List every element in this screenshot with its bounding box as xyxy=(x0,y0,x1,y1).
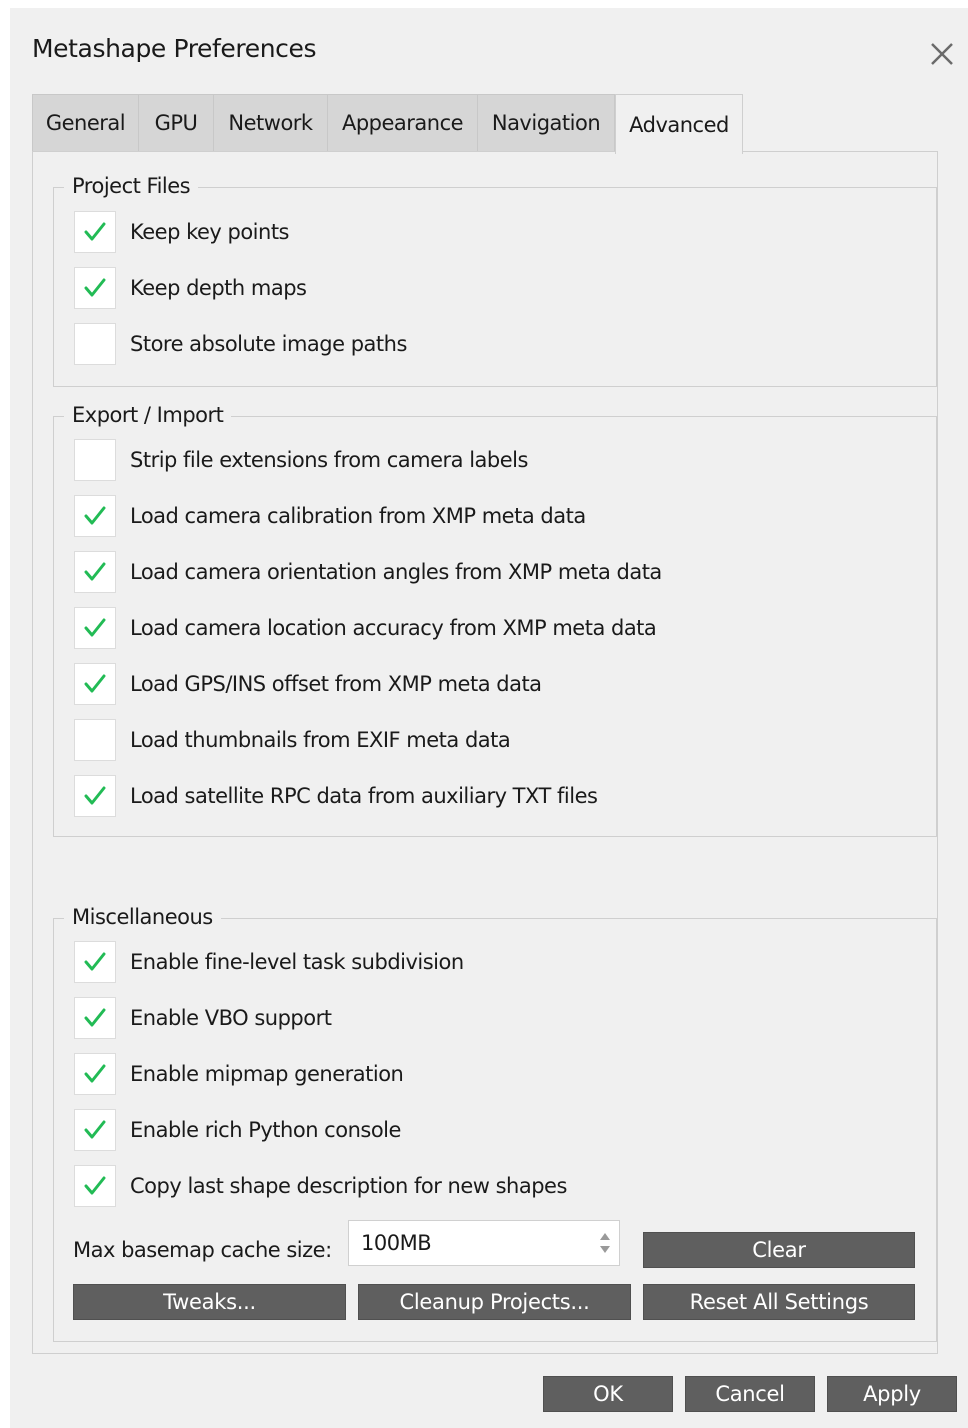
checkbox-label: Copy last shape description for new shap… xyxy=(130,1174,567,1198)
tab-gpu[interactable]: GPU xyxy=(138,94,214,151)
check-icon xyxy=(84,562,106,581)
checkbox-box xyxy=(74,323,116,365)
apply-button[interactable]: Apply xyxy=(827,1376,957,1412)
dialog-title: Metashape Preferences xyxy=(32,34,317,63)
load-thumbnails-checkbox[interactable]: Load thumbnails from EXIF meta data xyxy=(74,718,511,762)
checkbox-box xyxy=(74,1053,116,1095)
miscellaneous-title: Miscellaneous xyxy=(64,903,221,931)
check-icon xyxy=(84,1120,106,1139)
export-import-title: Export / Import xyxy=(64,401,232,429)
cache-size-spinbox[interactable] xyxy=(348,1220,620,1266)
spin-arrows[interactable] xyxy=(597,1227,613,1259)
load-orientation-checkbox[interactable]: Load camera orientation angles from XMP … xyxy=(74,550,662,594)
checkbox-box xyxy=(74,607,116,649)
rich-python-console-checkbox[interactable]: Enable rich Python console xyxy=(74,1108,401,1152)
ok-button[interactable]: OK xyxy=(543,1376,673,1412)
keep-depth-maps-checkbox[interactable]: Keep depth maps xyxy=(74,266,307,310)
keep-key-points-checkbox[interactable]: Keep key points xyxy=(74,210,290,254)
checkbox-box xyxy=(74,439,116,481)
miscellaneous-group: Miscellaneous Enable fine-level task sub… xyxy=(53,903,937,1342)
checkbox-label: Store absolute image paths xyxy=(130,332,407,356)
close-icon xyxy=(931,43,953,65)
check-icon xyxy=(84,1176,106,1195)
project-files-group: Project Files Keep key points Keep depth… xyxy=(53,172,937,387)
checkbox-box xyxy=(74,997,116,1039)
checkbox-label: Enable mipmap generation xyxy=(130,1062,404,1086)
tab-advanced[interactable]: Advanced xyxy=(615,94,743,154)
checkbox-label: Load camera calibration from XMP meta da… xyxy=(130,504,586,528)
check-icon xyxy=(84,222,106,241)
checkbox-box xyxy=(74,775,116,817)
export-import-group: Export / Import Strip file extensions fr… xyxy=(53,401,937,837)
cache-size-label: Max basemap cache size: xyxy=(73,1238,332,1262)
strip-extensions-checkbox[interactable]: Strip file extensions from camera labels xyxy=(74,438,528,482)
checkbox-box xyxy=(74,719,116,761)
cleanup-projects-button[interactable]: Cleanup Projects... xyxy=(358,1284,631,1320)
clear-button[interactable]: Clear xyxy=(643,1232,915,1268)
checkbox-box xyxy=(74,267,116,309)
checkbox-box xyxy=(74,211,116,253)
checkbox-box xyxy=(74,495,116,537)
store-absolute-paths-checkbox[interactable]: Store absolute image paths xyxy=(74,322,407,366)
copy-shape-description-checkbox[interactable]: Copy last shape description for new shap… xyxy=(74,1164,567,1208)
checkbox-label: Enable fine-level task subdivision xyxy=(130,950,464,974)
spin-arrows-icon xyxy=(600,1233,610,1253)
checkbox-label: Enable rich Python console xyxy=(130,1118,401,1142)
vbo-support-checkbox[interactable]: Enable VBO support xyxy=(74,996,332,1040)
checkbox-label: Strip file extensions from camera labels xyxy=(130,448,528,472)
check-icon xyxy=(84,506,106,525)
mipmap-generation-checkbox[interactable]: Enable mipmap generation xyxy=(74,1052,404,1096)
checkbox-label: Load camera location accuracy from XMP m… xyxy=(130,616,657,640)
cancel-button[interactable]: Cancel xyxy=(685,1376,815,1412)
checkbox-label: Load GPS/INS offset from XMP meta data xyxy=(130,672,542,696)
check-icon xyxy=(84,1064,106,1083)
checkbox-box xyxy=(74,663,116,705)
tab-navigation[interactable]: Navigation xyxy=(477,94,615,151)
checkbox-box xyxy=(74,1109,116,1151)
checkbox-box xyxy=(74,1165,116,1207)
tab-general[interactable]: General xyxy=(32,94,139,151)
checkbox-label: Keep depth maps xyxy=(130,276,307,300)
checkbox-box xyxy=(74,551,116,593)
preferences-dialog: Metashape Preferences General GPU Networ… xyxy=(10,8,968,1428)
cache-size-input[interactable] xyxy=(361,1221,581,1265)
close-button[interactable] xyxy=(922,34,962,74)
tab-network[interactable]: Network xyxy=(213,94,328,151)
check-icon xyxy=(84,952,106,971)
check-icon xyxy=(84,1008,106,1027)
tweaks-button[interactable]: Tweaks... xyxy=(73,1284,346,1320)
check-icon xyxy=(84,786,106,805)
load-location-accuracy-checkbox[interactable]: Load camera location accuracy from XMP m… xyxy=(74,606,657,650)
fine-level-subdivision-checkbox[interactable]: Enable fine-level task subdivision xyxy=(74,940,464,984)
check-icon xyxy=(84,618,106,637)
checkbox-label: Load camera orientation angles from XMP … xyxy=(130,560,662,584)
checkbox-label: Enable VBO support xyxy=(130,1006,332,1030)
project-files-title: Project Files xyxy=(64,172,199,200)
tab-appearance[interactable]: Appearance xyxy=(327,94,478,151)
load-satellite-rpc-checkbox[interactable]: Load satellite RPC data from auxiliary T… xyxy=(74,774,598,818)
checkbox-label: Keep key points xyxy=(130,220,290,244)
advanced-panel: Project Files Keep key points Keep depth… xyxy=(32,151,938,1354)
load-gps-ins-offset-checkbox[interactable]: Load GPS/INS offset from XMP meta data xyxy=(74,662,542,706)
reset-settings-button[interactable]: Reset All Settings xyxy=(643,1284,915,1320)
load-calibration-checkbox[interactable]: Load camera calibration from XMP meta da… xyxy=(74,494,586,538)
check-icon xyxy=(84,278,106,297)
checkbox-label: Load thumbnails from EXIF meta data xyxy=(130,728,511,752)
checkbox-label: Load satellite RPC data from auxiliary T… xyxy=(130,784,598,808)
checkbox-box xyxy=(74,941,116,983)
check-icon xyxy=(84,674,106,693)
